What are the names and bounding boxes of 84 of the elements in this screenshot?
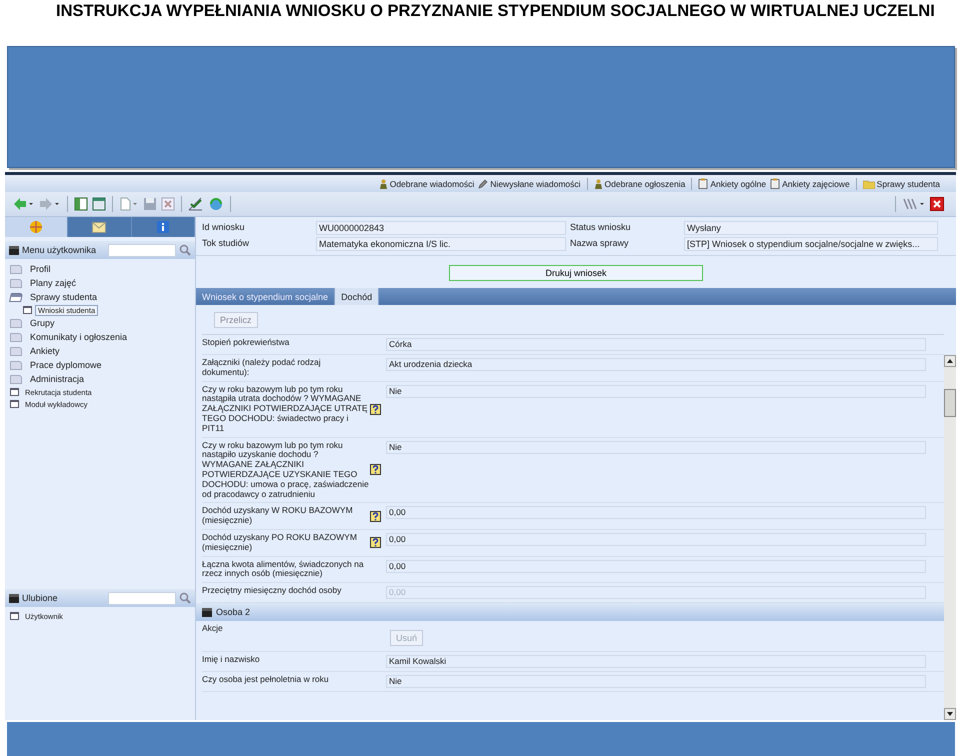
field-label: Czy w roku bazowym lub po tym roku nastąpiło uzyskanie dochodu ? WYMAGANE ZAŁĄCZNIKI POTWIERDZAJĄCE UZYSKANIE TEGO DOCHODU: umowa o pracę, zaświadczenie od pracodawcy o zatrudnieniu xyxy=(202,440,370,500)
input-field[interactable]: 0,00 xyxy=(386,560,926,573)
menu-item[interactable]: Prace dyplomowe xyxy=(27,359,105,371)
search-icon[interactable] xyxy=(179,244,191,256)
input-field[interactable]: 0,00 xyxy=(386,506,926,520)
drawer-icon xyxy=(9,594,19,602)
read-only-field: Matematyka ekonomiczna I/S lic. xyxy=(316,237,566,251)
field-label: Imię i nazwisko xyxy=(202,655,261,665)
print-button[interactable]: Drukuj wniosek xyxy=(449,265,703,281)
close-icon[interactable] xyxy=(930,197,944,211)
refresh-icon[interactable] xyxy=(208,197,224,211)
window-icon[interactable] xyxy=(92,197,106,211)
sidebar-tab[interactable] xyxy=(68,217,132,237)
read-only-field: [STP] Wniosek o stypendium socjalne/socjalne w zwięks... xyxy=(684,237,938,251)
help-icon[interactable] xyxy=(370,404,381,415)
person-icon xyxy=(378,178,388,188)
field-label: Dochód uzyskany W ROKU BAZOWYM (miesięcznie) xyxy=(202,506,354,526)
section-header: Osoba 2 xyxy=(196,603,944,622)
tab[interactable]: Dochód xyxy=(335,288,380,305)
clipboard-icon xyxy=(698,178,708,189)
menu-item[interactable]: Ankiety xyxy=(27,345,63,357)
menu-item[interactable]: Sprawy studenta xyxy=(27,291,100,303)
drawer-icon xyxy=(9,246,19,254)
menu-item[interactable]: Komunikaty i ogłoszenia xyxy=(27,331,130,343)
panel-header: Menu użytkownika xyxy=(5,241,195,259)
input-field[interactable]: Nie xyxy=(386,675,926,688)
search-field[interactable] xyxy=(108,244,176,256)
scrollbar-thumb[interactable] xyxy=(944,389,956,417)
field-label: Przeciętny miesięczny dochód osoby xyxy=(202,586,342,596)
help-icon[interactable] xyxy=(370,537,381,548)
panel-header: Ulubione xyxy=(5,589,195,607)
drawer-icon xyxy=(202,608,212,617)
nav-link[interactable]: Niewysłane wiadomości xyxy=(478,178,581,188)
clipboard-icon xyxy=(770,178,780,189)
info-icon xyxy=(156,221,169,233)
field-label: Czy osoba jest pełnoletnia w roku xyxy=(202,675,330,685)
menu-item[interactable]: Grupy xyxy=(27,317,58,329)
person-icon xyxy=(594,178,603,188)
compass-icon xyxy=(29,220,44,234)
nav-link[interactable]: Ankiety ogólne xyxy=(698,178,766,189)
field-label: Nazwa sprawy xyxy=(570,237,630,250)
help-icon[interactable] xyxy=(370,510,381,522)
input-field[interactable]: Kamil Kowalski xyxy=(386,655,926,668)
field-label: Łączna kwota alimentów, świadczonych na rzecz innych osób (miesięcznie) xyxy=(202,560,365,580)
search-icon[interactable] xyxy=(179,592,191,604)
scrollbar[interactable] xyxy=(944,355,956,720)
back-arrow-icon[interactable] xyxy=(13,197,35,211)
input-field[interactable]: 0,00 xyxy=(386,532,926,546)
menu-item[interactable]: Profil xyxy=(27,263,54,275)
menu-item[interactable]: Plany zajęć xyxy=(27,277,80,289)
sidebar-tab[interactable] xyxy=(5,217,68,237)
input-field[interactable]: Nie xyxy=(386,384,926,398)
read-only-field: WU0000002843 xyxy=(316,221,566,235)
forward-arrow-icon[interactable] xyxy=(39,197,61,211)
field-label: Akcje xyxy=(202,624,224,634)
help-icon[interactable] xyxy=(370,464,381,476)
field-label: Załączniki (należy podać rodzaj dokumentu): xyxy=(202,358,322,378)
folder-icon xyxy=(862,178,875,188)
read-only-field: Wysłany xyxy=(684,221,938,235)
slide-title: INSTRUKCJA WYPEŁNIANIA WNIOSKU O PRZYZNANIE STYPENDIUM SOCJALNEGO W WIRTUALNEJ UCZELNI xyxy=(55,1,936,22)
input-field[interactable]: Córka xyxy=(386,338,926,351)
panel-icon[interactable] xyxy=(74,197,88,211)
field-label: Dochód uzyskany PO ROKU BAZOWYM (miesięcznie) xyxy=(202,532,358,553)
window-icon xyxy=(23,306,32,314)
nav-link[interactable]: Odebrane ogłoszenia xyxy=(594,178,686,188)
document-icon[interactable] xyxy=(119,197,139,211)
nav-link[interactable]: Sprawy studenta xyxy=(862,178,940,188)
pencil-icon xyxy=(478,178,488,188)
field-label: Stopień pokrewieństwa xyxy=(202,338,290,348)
nav-link[interactable]: Ankiety zajęciowe xyxy=(770,178,850,189)
checkmark-icon[interactable] xyxy=(188,197,204,211)
save-icon[interactable] xyxy=(143,197,157,211)
input-field[interactable]: Akt urodzenia dziecka xyxy=(386,358,926,371)
field-label: Tok studiów xyxy=(202,237,250,250)
field-label: Czy w roku bazowym lub po tym roku nastąpiła utrata dochodów ? WYMAGANE ZAŁĄCZNIKI POTWIERDZAJĄCE UTRATĘ TEGO DOCHODU: świadectwo pracy i PIT11 xyxy=(202,384,369,434)
field-label: Id wniosku xyxy=(202,221,246,234)
input-field[interactable]: Nie xyxy=(386,440,926,454)
nav-link[interactable]: Odebrane wiadomości xyxy=(378,178,474,188)
envelope-icon xyxy=(92,222,106,232)
window-icon xyxy=(10,612,19,620)
sidebar-tab[interactable] xyxy=(132,217,195,237)
search-field[interactable] xyxy=(108,592,176,604)
menu-item[interactable]: Administracja xyxy=(27,373,88,385)
field-label: Status wniosku xyxy=(570,221,632,234)
